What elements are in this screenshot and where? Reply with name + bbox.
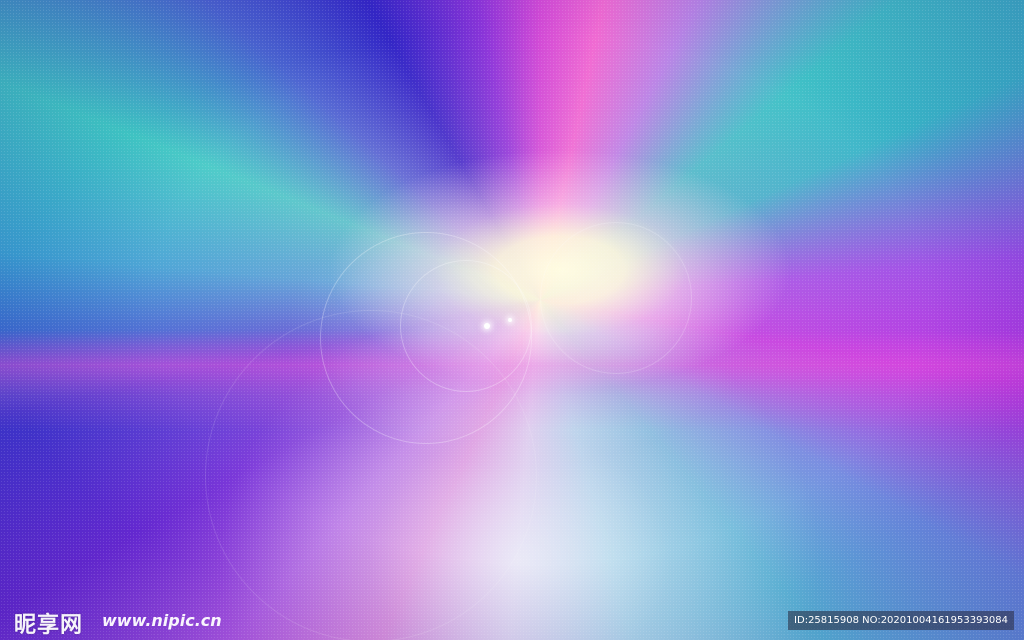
watermark-url: www.nipic.cn [102, 611, 222, 630]
grain-texture [0, 0, 1024, 640]
image-id-badge: ID:25815908 NO:20201004161953393084 [788, 611, 1014, 630]
watermark-logo: 昵享网 [14, 613, 84, 638]
background-image: 昵享网 www.nipic.cn ID:25815908 NO:20201004… [0, 0, 1024, 640]
